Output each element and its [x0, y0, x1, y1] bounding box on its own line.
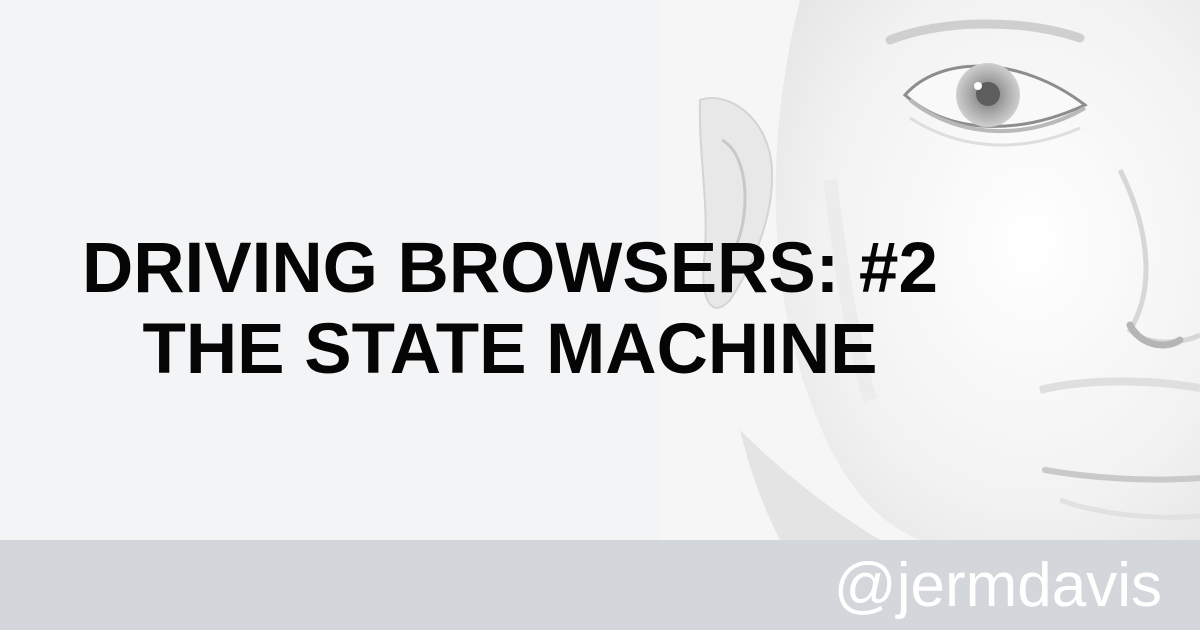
- footer-bar: @jermdavis: [0, 540, 1200, 630]
- headline: DRIVING BROWSERS: #2 THE STATE MACHINE: [0, 228, 1020, 390]
- headline-line-2: THE STATE MACHINE: [142, 310, 878, 389]
- social-card: DRIVING BROWSERS: #2 THE STATE MACHINE @…: [0, 0, 1200, 630]
- author-handle: @jermdavis: [833, 551, 1162, 620]
- headline-line-1: DRIVING BROWSERS: #2: [81, 229, 939, 308]
- eye-highlight: [974, 82, 982, 90]
